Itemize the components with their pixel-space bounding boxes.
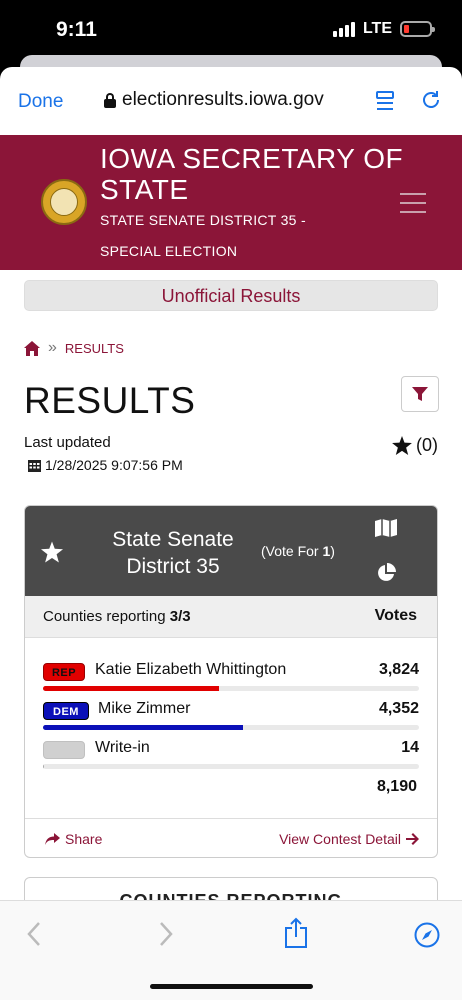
candidate-name: Katie Elizabeth Whittington (95, 661, 287, 678)
candidate-votes: 3,824 (378, 661, 419, 678)
favorite-star-icon[interactable] (41, 541, 63, 563)
arrow-right-icon (406, 833, 419, 845)
reporting-row: Counties reporting 3/3 Votes (25, 596, 437, 638)
datetime-text: 1/28/2025 9:07:56 PM (45, 457, 183, 473)
candidate-row: DEM Mike Zimmer 4,352 (43, 700, 419, 736)
star-icon (392, 436, 412, 455)
home-indicator[interactable] (150, 984, 313, 989)
refresh-icon[interactable] (420, 89, 442, 111)
vote-share-fill (43, 725, 243, 730)
status-bar: 9:11 LTE (0, 0, 462, 62)
menu-icon[interactable] (400, 193, 426, 220)
back-icon[interactable] (26, 921, 42, 947)
card-title: COUNTIES REPORTING (119, 891, 342, 900)
votes-header: Votes (374, 607, 417, 624)
counties-reporting-card: COUNTIES REPORTING (24, 877, 438, 900)
page-title: RESULTS (24, 380, 196, 421)
counties-reporting-label: Counties reporting (43, 608, 170, 625)
vote-share-bar (43, 764, 419, 769)
address-bar[interactable]: electionresults.iowa.gov (104, 89, 324, 111)
breadcrumb-separator-icon: » (48, 339, 57, 356)
filter-button[interactable] (401, 376, 439, 412)
party-badge-dem: DEM (43, 702, 89, 720)
vote-share-bar (43, 686, 419, 691)
network-type: LTE (362, 20, 392, 37)
vote-share-fill (43, 686, 219, 691)
candidate-votes: 14 (401, 739, 419, 756)
vote-share-bar (43, 725, 419, 730)
site-header: IOWA SECRETARY OF STATE STATE SENATE DIS… (0, 135, 462, 270)
done-button[interactable]: Done (18, 91, 63, 113)
share-link[interactable]: Share (45, 831, 102, 847)
battery-icon (400, 21, 435, 37)
favorites-count: (0) (416, 435, 438, 455)
candidate-row: Write-in 14 (43, 739, 419, 775)
compass-icon[interactable] (414, 922, 440, 948)
share-label: Share (65, 831, 103, 847)
home-icon[interactable] (24, 340, 40, 356)
contest-name: State Senate District 35 (112, 528, 234, 578)
signal-icon (332, 21, 355, 37)
candidate-row: REP Katie Elizabeth Whittington 3,824 (43, 661, 419, 697)
counties-reporting: Counties reporting 3/3 (43, 608, 191, 625)
contest-footer: Share View Contest Detail (25, 818, 437, 857)
share-icon (45, 833, 60, 845)
url-text: electionresults.iowa.gov (122, 89, 324, 110)
view-contest-detail-link[interactable]: View Contest Detail (279, 831, 419, 847)
candidate-name: Write-in (95, 739, 150, 756)
total-votes: 8,190 (376, 778, 417, 795)
state-seal-logo[interactable] (41, 179, 87, 225)
last-updated-datetime: 1/28/2025 9:07:56 PM (28, 457, 183, 473)
browser-header: Done electionresults.iowa.gov (0, 67, 462, 135)
party-badge-rep: REP (43, 663, 85, 681)
candidate-name: Mike Zimmer (98, 700, 191, 717)
filter-icon (412, 387, 428, 401)
counties-reporting-value: 3/3 (169, 608, 191, 625)
pie-chart-icon[interactable] (376, 563, 396, 583)
contest-header: State Senate District 35 (Vote For 1) (25, 506, 437, 596)
calendar-icon (28, 459, 41, 472)
party-badge-none (43, 741, 85, 759)
web-page: IOWA SECRETARY OF STATE STATE SENATE DIS… (0, 135, 462, 900)
lock-icon (104, 93, 116, 108)
vote-for-prefix: (Vote For (261, 543, 323, 559)
unofficial-results-banner: Unofficial Results (24, 280, 438, 311)
status-icons: LTE (332, 20, 435, 38)
vote-for: (Vote For 1) (261, 543, 335, 559)
reader-view-icon[interactable] (376, 91, 394, 111)
last-updated-label: Last updated (24, 434, 111, 451)
favorites-button[interactable]: (0) (392, 435, 438, 456)
vote-share-fill (43, 764, 44, 769)
clock: 9:11 (56, 18, 97, 41)
candidate-votes: 4,352 (378, 700, 419, 717)
breadcrumb-current[interactable]: RESULTS (65, 341, 124, 356)
election-name: STATE SENATE DISTRICT 35 - SPECIAL ELECT… (100, 212, 306, 259)
breadcrumb: » RESULTS (24, 339, 124, 357)
view-contest-detail-label: View Contest Detail (279, 831, 401, 847)
forward-icon[interactable] (158, 921, 174, 947)
vote-for-suffix: ) (330, 543, 335, 559)
map-icon[interactable] (375, 519, 397, 537)
share-sheet-icon[interactable] (284, 917, 308, 949)
contest-card: State Senate District 35 (Vote For 1) Co… (24, 505, 438, 858)
